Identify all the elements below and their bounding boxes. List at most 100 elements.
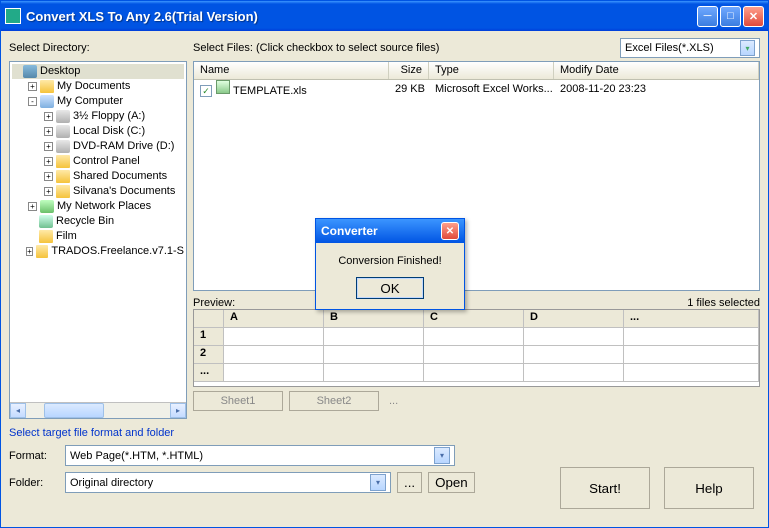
- tree-item[interactable]: + My Documents: [12, 79, 184, 94]
- chevron-down-icon[interactable]: ▾: [740, 40, 755, 56]
- tree-item[interactable]: Recycle Bin: [12, 214, 184, 229]
- tree-item[interactable]: + Control Panel: [12, 154, 184, 169]
- drive-icon: [56, 140, 70, 153]
- tree-item-label: My Computer: [57, 94, 123, 109]
- folder-label: Folder:: [9, 477, 59, 489]
- dialog-title: Converter: [321, 224, 378, 238]
- expand-icon[interactable]: +: [26, 247, 34, 256]
- tree-item[interactable]: +TRADOS.Freelance.v7.1-S: [12, 244, 184, 259]
- dialog-titlebar[interactable]: Converter ✕: [316, 219, 464, 243]
- expand-icon[interactable]: +: [44, 127, 53, 136]
- scroll-left-icon[interactable]: ◂: [10, 403, 26, 418]
- tree-item-label: Desktop: [40, 64, 80, 79]
- col-type[interactable]: Type: [429, 62, 554, 79]
- network-icon: [40, 200, 54, 213]
- scroll-thumb[interactable]: [44, 403, 104, 418]
- tree-item-label: Silvana's Documents: [73, 184, 175, 199]
- tree-item[interactable]: + Silvana's Documents: [12, 184, 184, 199]
- window-title: Convert XLS To Any 2.6(Trial Version): [26, 9, 697, 24]
- format-label: Format:: [9, 450, 59, 462]
- dialog-close-button[interactable]: ✕: [441, 222, 459, 240]
- col-size[interactable]: Size: [389, 62, 429, 79]
- expand-icon[interactable]: +: [28, 202, 37, 211]
- preview-col-more: ...: [624, 310, 759, 328]
- expand-icon[interactable]: +: [28, 82, 37, 91]
- preview-row-1: 1: [194, 328, 224, 346]
- app-icon: [5, 8, 21, 24]
- format-value: Web Page(*.HTM, *.HTML): [70, 450, 203, 462]
- close-button[interactable]: ✕: [743, 6, 764, 27]
- sheet-tabs-more: ...: [389, 391, 398, 411]
- help-button[interactable]: Help: [664, 467, 754, 509]
- directory-tree[interactable]: Desktop+My Documents-My Computer+3½ Flop…: [9, 61, 187, 419]
- tree-item-label: Shared Documents: [73, 169, 167, 184]
- start-button[interactable]: Start!: [560, 467, 650, 509]
- select-files-label: Select Files: (Click checkbox to select …: [193, 42, 439, 54]
- chevron-down-icon[interactable]: ▾: [434, 447, 450, 464]
- file-filter-value: Excel Files(*.XLS): [625, 42, 714, 54]
- col-date[interactable]: Modify Date: [554, 62, 759, 79]
- format-dropdown[interactable]: Web Page(*.HTM, *.HTML) ▾: [65, 445, 455, 466]
- file-type: Microsoft Excel Works...: [429, 83, 554, 95]
- folder-icon: [39, 230, 53, 243]
- preview-col-d: D: [524, 310, 624, 328]
- tree-item[interactable]: Film: [12, 229, 184, 244]
- folder-icon: [56, 170, 70, 183]
- expand-icon[interactable]: +: [44, 142, 53, 151]
- preview-col-a: A: [224, 310, 324, 328]
- folder-icon: [56, 185, 70, 198]
- tree-scrollbar[interactable]: ◂ ▸: [10, 402, 186, 418]
- tree-item-label: My Network Places: [57, 199, 151, 214]
- minimize-button[interactable]: ─: [697, 6, 718, 27]
- file-filter-dropdown[interactable]: Excel Files(*.XLS) ▾: [620, 38, 760, 58]
- maximize-button[interactable]: □: [720, 6, 741, 27]
- folder-dropdown[interactable]: Original directory ▾: [65, 472, 391, 493]
- expand-icon[interactable]: +: [44, 187, 53, 196]
- tree-item[interactable]: + Shared Documents: [12, 169, 184, 184]
- folder-icon: [56, 155, 70, 168]
- file-row[interactable]: ✓TEMPLATE.xls29 KBMicrosoft Excel Works.…: [194, 80, 759, 97]
- folder-icon: [36, 245, 48, 258]
- tree-item[interactable]: +3½ Floppy (A:): [12, 109, 184, 124]
- preview-col-c: C: [424, 310, 524, 328]
- tree-item-label: Control Panel: [73, 154, 140, 169]
- converter-dialog: Converter ✕ Conversion Finished! OK: [315, 218, 465, 310]
- folder-icon: [40, 80, 54, 93]
- file-list-header: Name Size Type Modify Date: [194, 62, 759, 80]
- dialog-message: Conversion Finished!: [322, 255, 458, 267]
- titlebar[interactable]: Convert XLS To Any 2.6(Trial Version) ─ …: [1, 1, 768, 31]
- file-list[interactable]: Name Size Type Modify Date ✓ TEMPLATE.xls…: [193, 61, 760, 291]
- expand-icon[interactable]: +: [44, 112, 53, 121]
- select-directory-label: Select Directory:: [9, 42, 187, 54]
- excel-file-icon: [216, 80, 230, 94]
- file-date: 2008-11-20 23:23: [554, 83, 759, 95]
- expand-icon[interactable]: -: [28, 97, 37, 106]
- drive-icon: [56, 110, 70, 123]
- sheet-tab-2[interactable]: Sheet2: [289, 391, 379, 411]
- preview-label: Preview:: [193, 297, 235, 309]
- tree-item-label: DVD-RAM Drive (D:): [73, 139, 174, 154]
- files-selected-label: 1 files selected: [687, 297, 760, 309]
- browse-button[interactable]: ...: [397, 472, 422, 493]
- tree-item-label: Local Disk (C:): [73, 124, 145, 139]
- scroll-right-icon[interactable]: ▸: [170, 403, 186, 418]
- tree-item[interactable]: + Local Disk (C:): [12, 124, 184, 139]
- tree-item[interactable]: - My Computer: [12, 94, 184, 109]
- sheet-tab-1[interactable]: Sheet1: [193, 391, 283, 411]
- preview-row-2: 2: [194, 346, 224, 364]
- open-button[interactable]: Open: [428, 472, 475, 493]
- preview-grid: A B C D ... 1 2 ...: [193, 309, 760, 387]
- file-name: TEMPLATE.xls: [233, 85, 307, 97]
- col-name[interactable]: Name: [194, 62, 389, 79]
- preview-col-b: B: [324, 310, 424, 328]
- drive-icon: [56, 125, 70, 138]
- expand-icon[interactable]: +: [44, 172, 53, 181]
- tree-item-label: My Documents: [57, 79, 130, 94]
- tree-item[interactable]: Desktop: [12, 64, 184, 79]
- file-checkbox[interactable]: ✓: [200, 85, 212, 97]
- tree-item[interactable]: + DVD-RAM Drive (D:): [12, 139, 184, 154]
- dialog-ok-button[interactable]: OK: [356, 277, 424, 299]
- expand-icon[interactable]: +: [44, 157, 53, 166]
- chevron-down-icon[interactable]: ▾: [370, 474, 386, 491]
- tree-item[interactable]: + My Network Places: [12, 199, 184, 214]
